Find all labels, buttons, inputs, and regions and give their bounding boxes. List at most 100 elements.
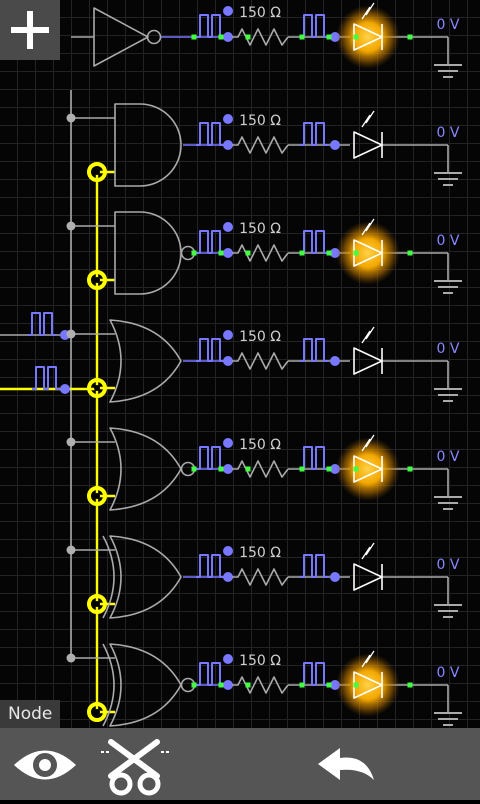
output-probe (223, 330, 233, 340)
gate-body (114, 211, 182, 295)
output-probe (223, 222, 233, 232)
plus-icon (11, 11, 49, 49)
output-node (223, 356, 233, 366)
current-dot (407, 34, 413, 40)
input-b-signal (32, 366, 60, 390)
current-dot (353, 34, 359, 40)
undo-arrow-icon (318, 748, 374, 780)
gate-body (109, 427, 182, 511)
eye-icon (14, 750, 76, 780)
junction-dot (66, 653, 76, 663)
junction-dot (66, 113, 76, 123)
led-signal (300, 338, 328, 362)
led-signal (300, 554, 328, 578)
voltage-label: 0 V (437, 665, 460, 681)
view-button[interactable] (0, 728, 90, 800)
resistor-zigzag (232, 568, 289, 586)
and-gate (114, 103, 182, 187)
current-dot (407, 466, 413, 472)
circuit-diagram[interactable]: 150 Ω 0 V 150 Ω 0 V 150 Ω 0 V 150 Ω 0 V 150 Ω 0 V… (0, 0, 480, 728)
current-dot (218, 682, 224, 688)
gate-body (109, 319, 182, 403)
resistor-label: 150 Ω (239, 545, 281, 561)
resistor-zigzag (232, 28, 289, 46)
junction-dot (66, 329, 76, 339)
junction-dot (66, 221, 76, 231)
current-dot (245, 466, 251, 472)
add-component-button[interactable] (0, 0, 60, 60)
resistor-label: 150 Ω (239, 221, 281, 237)
junction-dot (66, 437, 76, 447)
led-diode (353, 131, 383, 159)
output-node (223, 572, 233, 582)
current-dot (218, 250, 224, 256)
active-node-core (94, 601, 100, 607)
gate-body (109, 535, 182, 619)
active-node-core (94, 169, 100, 175)
resistor-label: 150 Ω (239, 329, 281, 345)
resistor-zigzag (232, 352, 289, 370)
led-glow (336, 221, 400, 285)
scissors-icon (101, 739, 171, 796)
voltage-label: 0 V (437, 557, 460, 573)
not-gate (93, 7, 162, 67)
resistor-zigzag (232, 136, 289, 154)
output-signal (196, 338, 224, 362)
output-node (223, 464, 233, 474)
led-signal (300, 230, 328, 254)
output-signal (196, 122, 224, 146)
led-emission-arrows (361, 326, 375, 344)
gate-body (114, 103, 182, 187)
current-dot (407, 250, 413, 256)
gate-body (109, 643, 182, 727)
current-dot (245, 682, 251, 688)
current-dot (299, 682, 305, 688)
active-node-core (94, 385, 100, 391)
led-glow (336, 437, 400, 501)
led-diode (353, 347, 383, 375)
current-dot (353, 250, 359, 256)
active-node-core (94, 277, 100, 283)
output-signal (196, 446, 224, 470)
output-signal (196, 554, 224, 578)
nor-gate (109, 427, 196, 511)
output-probe (223, 546, 233, 556)
current-dot (299, 250, 305, 256)
current-dot (326, 34, 332, 40)
current-dot (191, 682, 197, 688)
input-a-signal (28, 312, 56, 336)
current-dot (299, 466, 305, 472)
current-dot (326, 682, 332, 688)
undo-button[interactable] (310, 728, 400, 800)
resistor-zigzag (232, 460, 289, 478)
current-dot (191, 466, 197, 472)
input-b-probe (60, 384, 70, 394)
led-signal (300, 14, 328, 38)
current-dot (299, 34, 305, 40)
output-signal (196, 230, 224, 254)
current-dot (326, 466, 332, 472)
output-node (223, 140, 233, 150)
led-signal (300, 122, 328, 146)
resistor-label: 150 Ω (239, 5, 281, 21)
current-dot (218, 466, 224, 472)
output-signal (196, 662, 224, 686)
resistor-label: 150 Ω (239, 437, 281, 453)
output-node (223, 680, 233, 690)
current-dot (245, 34, 251, 40)
output-signal (196, 14, 224, 38)
resistor-label: 150 Ω (239, 653, 281, 669)
output-probe (223, 6, 233, 16)
voltage-label: 0 V (437, 449, 460, 465)
circuit-canvas[interactable]: 150 Ω 0 V 150 Ω 0 V 150 Ω 0 V 150 Ω 0 V 150 Ω 0 V… (0, 0, 480, 728)
cut-button[interactable] (95, 728, 185, 800)
voltage-label: 0 V (437, 341, 460, 357)
current-dot (326, 250, 332, 256)
node-label: Node (0, 700, 61, 728)
nand-gate (114, 211, 196, 295)
xnor-gate (102, 643, 196, 727)
bottom-toolbar (0, 728, 480, 800)
current-dot (191, 250, 197, 256)
resistor-zigzag (232, 244, 289, 262)
output-node (223, 248, 233, 258)
